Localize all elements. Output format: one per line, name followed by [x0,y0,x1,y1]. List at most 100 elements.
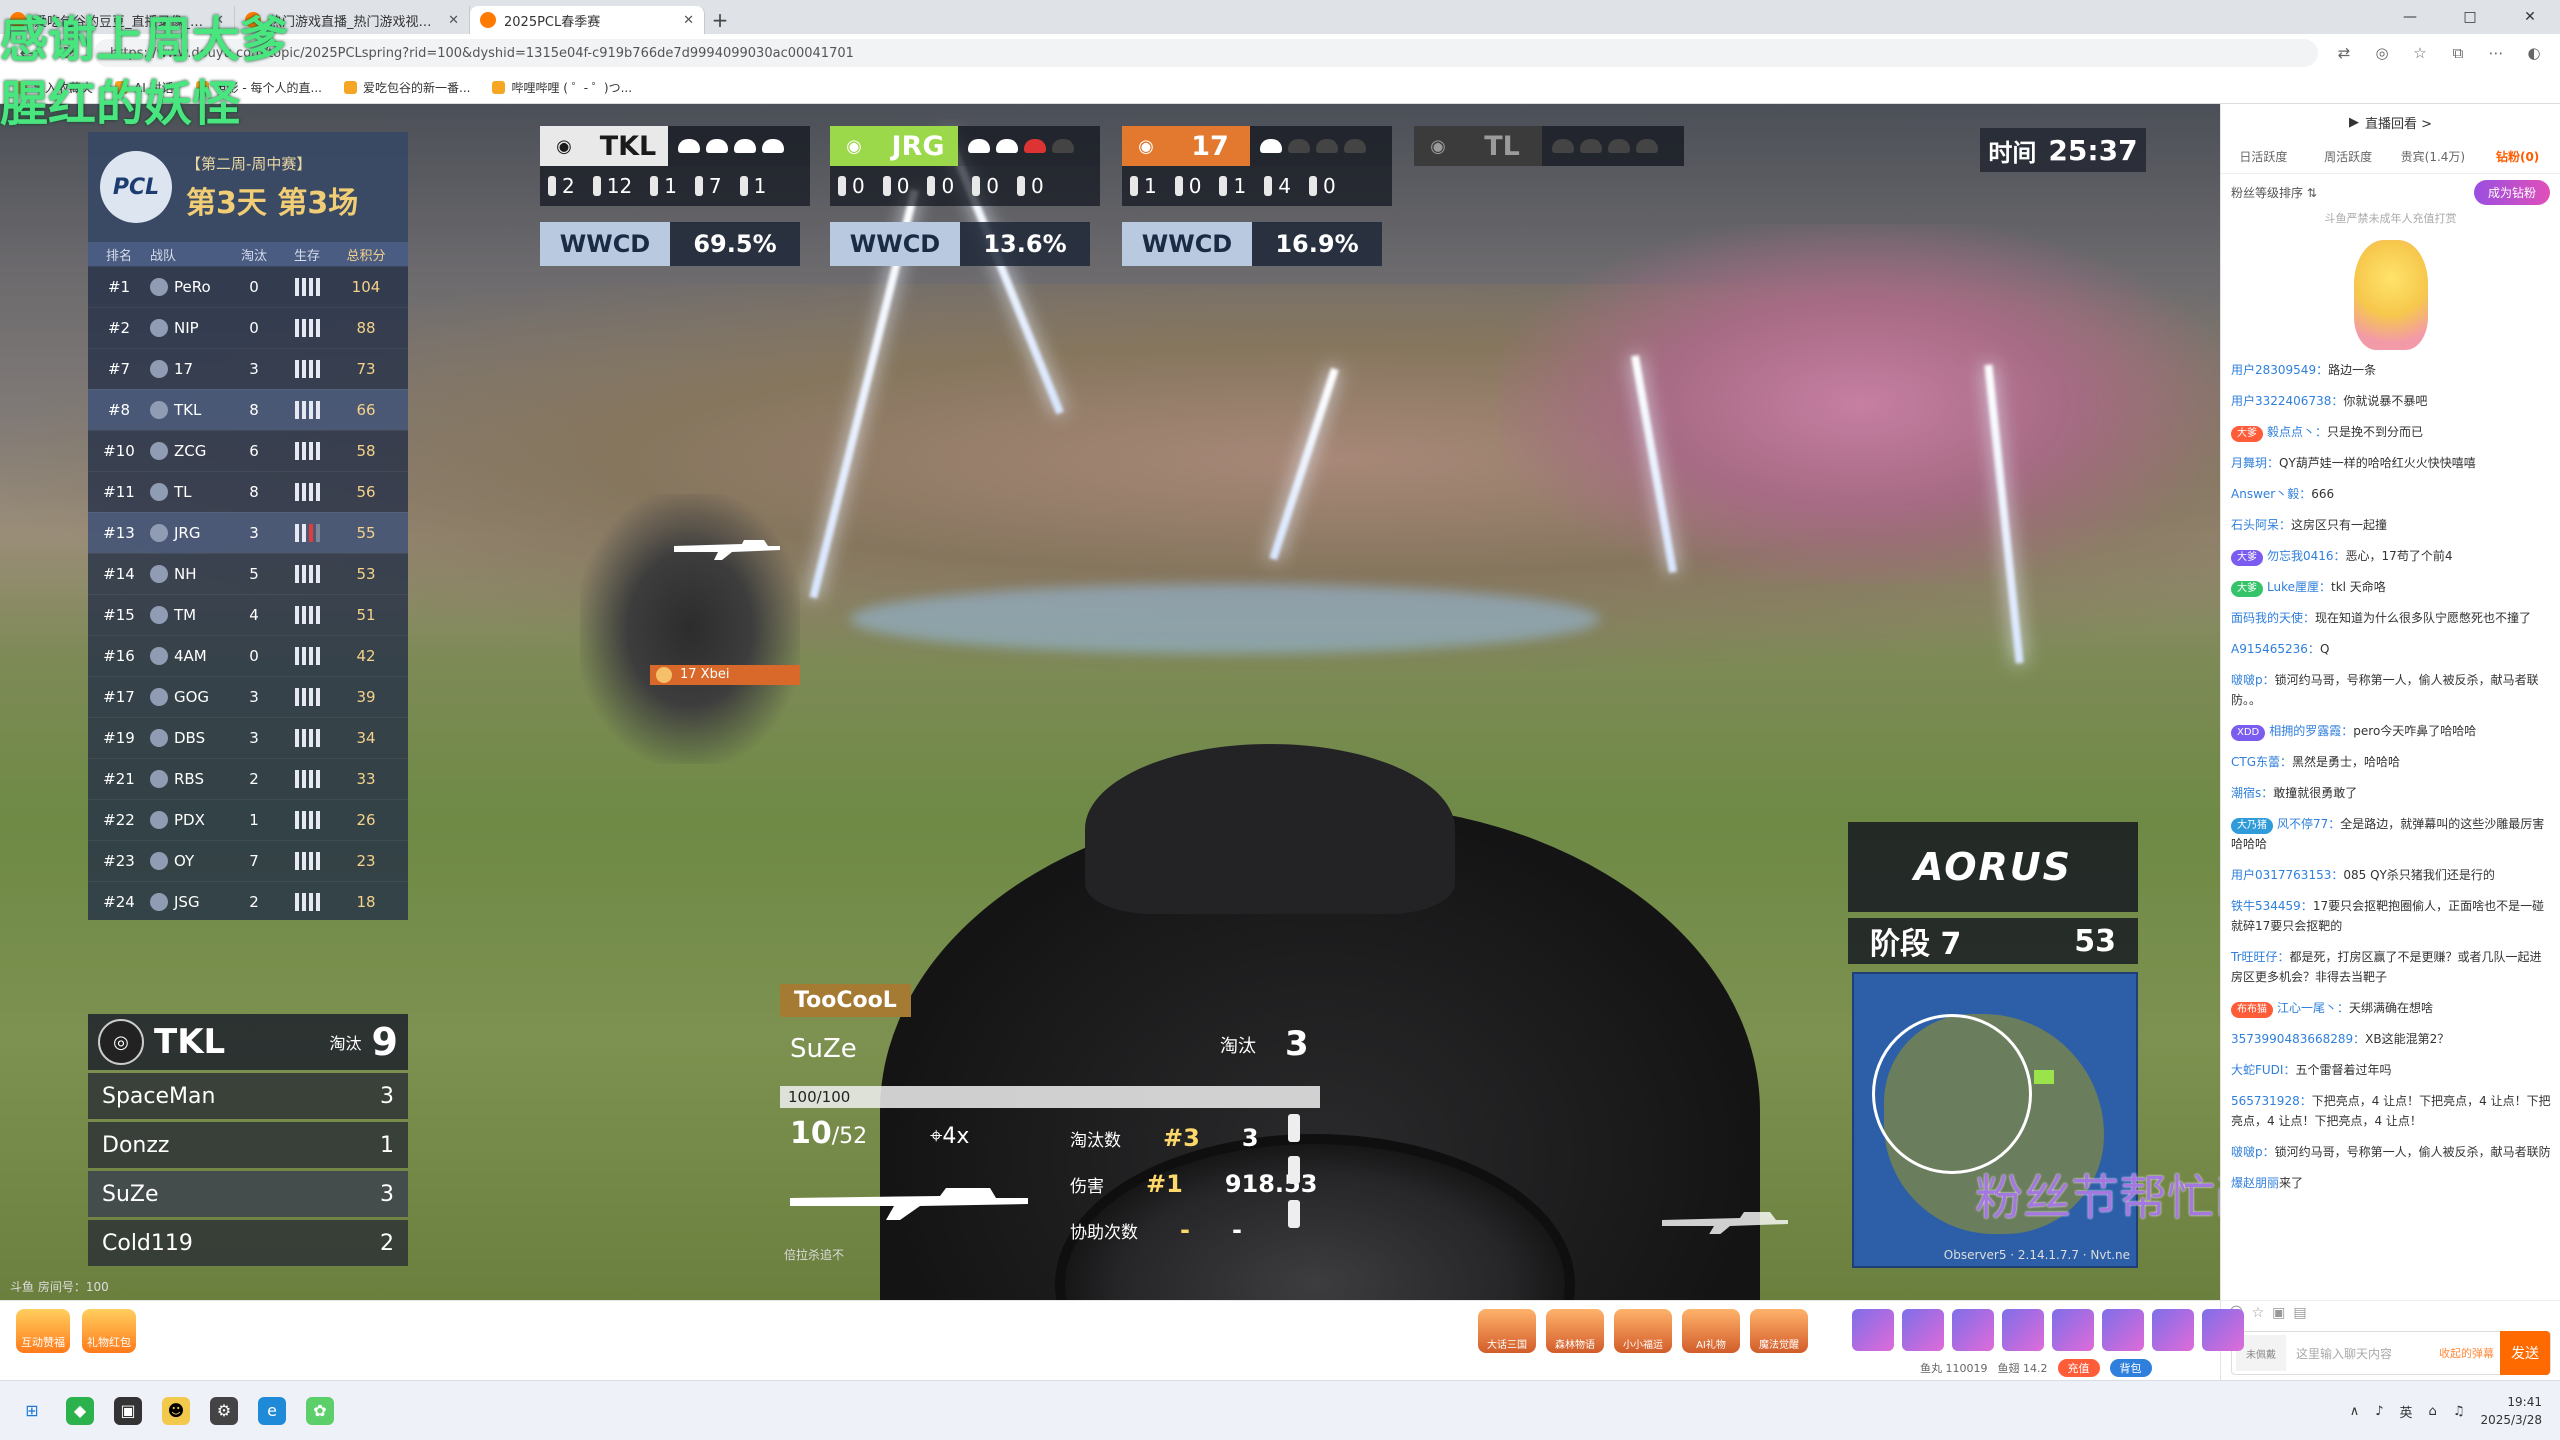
replay-link[interactable]: ▶ 直播回看 > [2221,104,2560,140]
start-icon[interactable]: ⊞ [18,1397,46,1425]
chat-username[interactable]: Answer丶毅： [2231,487,2311,501]
close-tab-icon[interactable]: ✕ [448,13,459,28]
chat-app-icon[interactable]: ✿ [306,1396,334,1425]
bookmark-item[interactable]: 哔哩哔哩 ( ゜- ゜)つ... [492,79,632,96]
chat-username[interactable]: 风不停77： [2277,817,2340,831]
barrage-settings-icon[interactable]: ▣ [2272,1305,2285,1321]
microphone-icon[interactable]: ♪ [2375,1404,2383,1419]
chat-placeholder[interactable]: 这里输入聊天内容 [2286,1345,2439,1362]
bookmark-item[interactable]: 爱吃包谷的新一番... [344,79,470,96]
tab-weekly[interactable]: 周活跃度 [2306,148,2391,165]
chat-username[interactable]: 月舞玥： [2231,456,2279,470]
chat-username[interactable]: 面码我的天使： [2231,611,2315,625]
steam-icon[interactable]: ⚙ [210,1396,238,1425]
close-window-button[interactable]: ✕ [2500,0,2560,34]
minimize-button[interactable]: — [2380,0,2440,34]
clock[interactable]: 19:41 2025/3/28 [2480,1393,2542,1429]
new-tab-button[interactable]: + [705,6,735,34]
interactive-gift-button[interactable]: 互动赞福 [16,1309,70,1353]
chat-input[interactable]: 未佩戴 这里输入聊天内容 收起的弹幕 发送 [2231,1331,2551,1375]
terminal-icon[interactable]: ▣ [114,1396,142,1425]
standings-row: #16 4AM 0 42 [88,635,408,676]
gift-icon[interactable] [2052,1309,2094,1351]
game-button[interactable]: 小小福运 [1614,1309,1672,1353]
edge-icon[interactable]: e [258,1396,286,1425]
gift-icon[interactable] [2002,1309,2044,1351]
fans-sort[interactable]: 粉丝等级排序 ⇅ [2231,184,2317,201]
chat-message: 布布猫 江心一尾丶：天绑满确在想啥 [2231,998,2551,1018]
tray-expand-icon[interactable]: ∧ [2350,1404,2360,1419]
chat-username[interactable]: 爆赵朋丽 [2231,1176,2279,1190]
chat-username[interactable]: 565731928： [2231,1094,2312,1108]
become-diamond-button[interactable]: 成为钻粉 [2473,179,2550,205]
chat-mode-icon[interactable]: ▤ [2293,1305,2306,1321]
reader-icon[interactable]: ◎ [2370,41,2394,65]
gift-icon[interactable] [1952,1309,1994,1351]
gift-icon[interactable] [2152,1309,2194,1351]
pcl-logo: PCL [100,151,172,223]
fan-badge-icon[interactable]: ☆ [2252,1305,2265,1321]
chat-username[interactable]: 用户28309549： [2231,363,2328,377]
gift-icon[interactable] [1902,1309,1944,1351]
fan-badge: 大爹 [2231,426,2263,442]
chat-username[interactable]: 毅点点丶： [2267,425,2327,439]
more-menu-icon[interactable]: ⋯ [2484,41,2508,65]
team-logo-icon: ◉ [1414,126,1462,166]
chat-username[interactable]: 勿忘我0416： [2267,549,2346,563]
red-packet-button[interactable]: 礼物红包 [82,1309,136,1353]
gift-icon[interactable] [2102,1309,2144,1351]
team-logo-icon [150,647,168,665]
maximize-button[interactable]: □ [2440,0,2500,34]
game-button[interactable]: 森林物语 [1546,1309,1604,1353]
browser-tab-3[interactable]: 2025PCL春季赛 ✕ [470,6,705,34]
collections-icon[interactable]: ⧉ [2446,41,2470,65]
chat-list[interactable]: 用户28309549：路边一条 用户3322406738：你就说暴不暴吧 大爹 毅点点… [2231,360,2551,1292]
alive-bar [301,852,306,870]
chat-username[interactable]: 大蛇FUDI： [2231,1063,2295,1077]
send-button[interactable]: 发送 [2500,1331,2550,1375]
chat-username[interactable]: 铁牛534459： [2231,899,2313,913]
game-button[interactable]: 大话三国 [1478,1309,1536,1353]
chat-username[interactable]: 3573990483668289： [2231,1032,2365,1046]
standings-row: #22 PDX 1 26 [88,799,408,840]
chat-username[interactable]: 石头阿呆： [2231,518,2291,532]
player-kills-label: 淘汰 [1220,1036,1256,1057]
chat-username[interactable]: Tr旺旺仔： [2231,950,2290,964]
stat-assists: 协助次数 - - [1070,1216,1242,1244]
tab-daily[interactable]: 日活跃度 [2221,148,2306,165]
chat-username[interactable]: Luke厘厘： [2267,580,2331,594]
collapsed-barrage-link[interactable]: 收起的弹幕 [2439,1345,2494,1361]
close-tab-icon[interactable]: ✕ [683,13,694,28]
chat-username[interactable]: 用户0317763153： [2231,868,2343,882]
chat-username[interactable]: 潮宿s： [2231,786,2273,800]
sniper-rifle-icon [790,1188,1028,1220]
chat-username[interactable]: A915465236： [2231,642,2320,656]
game-button[interactable]: 魔法觉醒 [1750,1309,1808,1353]
chat-text: 085 QY杀只猪我们还是行的 [2343,868,2495,882]
chat-username[interactable]: 啵啵p： [2231,1145,2275,1159]
chat-username[interactable]: 啵啵p： [2231,673,2275,687]
volume-icon[interactable]: ♫ [2453,1404,2465,1419]
game-app-icon[interactable]: ☻ [162,1396,190,1425]
tab-vip[interactable]: 贵宾(1.4万) [2391,148,2476,165]
ime-indicator[interactable]: 英 [2400,1402,2413,1421]
recharge-button[interactable]: 充值 [2057,1359,2100,1377]
nvidia-icon[interactable]: ◆ [66,1396,94,1425]
favorite-star-icon[interactable]: ☆ [2408,41,2432,65]
translate-icon[interactable]: ⇄ [2332,41,2356,65]
tab-diamond[interactable]: 钻粉(0) [2475,148,2560,165]
copilot-icon[interactable]: ◐ [2522,41,2546,65]
enemy-marker: 17 Xbei [650,665,800,685]
gift-icon[interactable] [1852,1309,1894,1351]
url-field[interactable]: https://www.douyu.com/topic/2025PCLsprin… [94,39,2318,67]
chat-username[interactable]: CTG东蕾： [2231,755,2292,769]
bag-button[interactable]: 背包 [2109,1359,2152,1377]
chat-username[interactable]: 江心一尾丶： [2277,1001,2349,1015]
chat-username[interactable]: 用户3322406738： [2231,394,2343,408]
chat-message: 面码我的天使：现在知道为什么很多队宁愿憋死也不撞了 [2231,608,2551,628]
alive-bar [301,442,306,460]
network-icon[interactable]: ⌂ [2429,1404,2437,1419]
gift-icon[interactable] [2202,1309,2244,1351]
game-button[interactable]: AI礼物 [1682,1309,1740,1353]
chat-username[interactable]: 相拥的罗露霞： [2269,724,2353,738]
